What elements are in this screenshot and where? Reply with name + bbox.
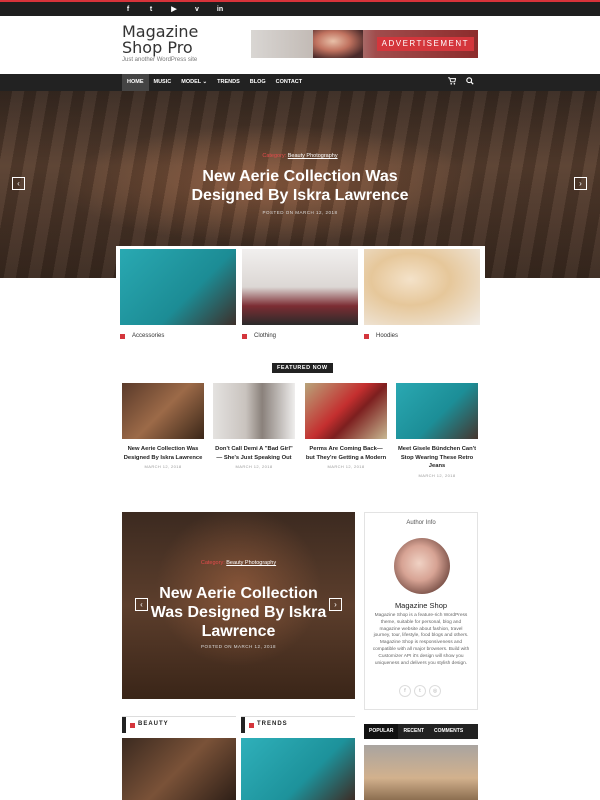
- featured-now-heading: FEATURED NOW: [272, 363, 333, 373]
- twitter-icon[interactable]: t: [414, 685, 426, 697]
- featured-post-image[interactable]: [396, 383, 478, 439]
- slider-next-arrow-icon[interactable]: ›: [329, 598, 342, 611]
- category-image: [242, 249, 358, 325]
- hero-title[interactable]: New Aerie Collection Was Designed By Isk…: [170, 167, 430, 205]
- featured-post-date: MARCH 12, 2018: [235, 464, 273, 469]
- featured-post-date: MARCH 12, 2018: [144, 464, 182, 469]
- nav-item-contact[interactable]: CONTACT: [271, 74, 307, 91]
- facebook-icon[interactable]: f: [123, 4, 133, 16]
- twitter-icon[interactable]: t: [146, 4, 156, 16]
- author-social-links: f t ◎: [399, 685, 441, 697]
- hero-next-arrow-icon[interactable]: ›: [574, 177, 587, 190]
- section-square: [249, 723, 254, 728]
- section-heading-trends: TRENDS: [241, 716, 355, 733]
- vimeo-icon[interactable]: v: [192, 4, 202, 16]
- section-bar: [241, 717, 245, 733]
- featured-post-title[interactable]: Don't Call Demi A "Bad Girl" — She's Jus…: [213, 445, 295, 462]
- category-image: [364, 249, 480, 325]
- nav-item-trends[interactable]: TRENDS: [212, 74, 245, 91]
- slider-prev-arrow-icon[interactable]: ‹: [135, 598, 148, 611]
- site-header: Magazine Shop Pro Just another WordPress…: [0, 16, 600, 74]
- linkedin-icon[interactable]: in: [215, 4, 225, 16]
- search-icon[interactable]: [466, 77, 474, 87]
- youtube-icon[interactable]: ▶: [169, 4, 179, 16]
- beauty-post-image[interactable]: [122, 738, 236, 800]
- featured-post-date: MARCH 12, 2018: [327, 464, 365, 469]
- category-card-clothing[interactable]: Clothing: [242, 249, 358, 339]
- author-bio: Magazine Shop is a feature-rich WordPres…: [372, 613, 470, 666]
- advertisement-banner[interactable]: ADVERTISEMENT: [251, 30, 478, 58]
- hero-category-key: Category:: [262, 153, 287, 159]
- site-tagline: Just another WordPress site: [122, 57, 198, 63]
- featured-post-title[interactable]: New Aerie Collection Was Designed By Isk…: [122, 445, 204, 462]
- hero-date: POSTED ON MARCH 12, 2018: [262, 210, 338, 215]
- hero-category: Category: Beauty Photography: [0, 153, 600, 159]
- social-links: f t ▶ v in: [123, 4, 225, 16]
- trends-post-image[interactable]: [241, 738, 355, 800]
- category-card-hoodies[interactable]: Hoodies: [364, 249, 480, 339]
- top-bar: f t ▶ v in: [0, 0, 600, 16]
- author-name: Magazine Shop: [394, 601, 448, 610]
- author-info-widget: Author Info Magazine Shop Magazine Shop …: [364, 512, 478, 710]
- featured-post-image[interactable]: [305, 383, 387, 439]
- author-avatar: [394, 538, 450, 594]
- instagram-icon[interactable]: ◎: [429, 685, 441, 697]
- post-slider[interactable]: Category: Beauty Photography New Aerie C…: [122, 512, 355, 699]
- nav-item-blog[interactable]: BLOG: [245, 74, 271, 91]
- section-bar: [122, 717, 126, 733]
- site-title[interactable]: Magazine Shop Pro: [122, 24, 242, 56]
- tab-comments[interactable]: COMMENTS: [429, 724, 468, 739]
- slider-title[interactable]: New Aerie Collection Was Designed By Isk…: [142, 584, 335, 641]
- author-widget-heading: Author Info: [406, 520, 436, 526]
- tab-popular[interactable]: POPULAR: [364, 724, 399, 739]
- cart-icon[interactable]: [448, 77, 457, 87]
- featured-post[interactable]: Meet Gisele Bündchen Can't Stop Wearing …: [396, 383, 478, 478]
- section-heading-beauty: BEAUTY: [122, 716, 236, 733]
- hero-category-link[interactable]: Beauty Photography: [288, 153, 338, 159]
- hero-prev-arrow-icon[interactable]: ‹: [12, 177, 25, 190]
- featured-post[interactable]: New Aerie Collection Was Designed By Isk…: [122, 383, 204, 469]
- category-card-accessories[interactable]: Accessories: [120, 249, 236, 339]
- category-label: Hoodies: [364, 333, 480, 339]
- slider-category: Category: Beauty Photography: [122, 560, 355, 566]
- tabs-widget: POPULAR RECENT COMMENTS: [364, 724, 478, 739]
- facebook-icon[interactable]: f: [399, 685, 411, 697]
- featured-post[interactable]: Perms Are Coming Back— but They're Getti…: [305, 383, 387, 469]
- nav-item-home[interactable]: HOME: [122, 74, 149, 91]
- featured-post-image[interactable]: [213, 383, 295, 439]
- featured-post-date: MARCH 12, 2018: [418, 472, 456, 478]
- section-title[interactable]: TRENDS: [257, 721, 288, 727]
- slider-category-link[interactable]: Beauty Photography: [226, 560, 276, 566]
- category-boxes: Accessories Clothing Hoodies: [116, 246, 485, 343]
- category-label: Clothing: [242, 333, 358, 339]
- section-title[interactable]: BEAUTY: [138, 721, 169, 727]
- tab-recent[interactable]: RECENT: [398, 724, 429, 739]
- slider-date: POSTED ON MARCH 12, 2018: [200, 644, 277, 649]
- ad-model-image: [313, 30, 363, 58]
- main-nav: HOME MUSIC MODEL ⌄ TRENDS BLOG CONTACT: [0, 74, 600, 91]
- popular-post-image[interactable]: [364, 745, 478, 800]
- slider-category-key: Category:: [200, 560, 225, 566]
- category-label: Accessories: [120, 333, 236, 339]
- nav-item-music[interactable]: MUSIC: [149, 74, 177, 91]
- category-image: [120, 249, 236, 325]
- featured-post-image[interactable]: [122, 383, 204, 439]
- ad-label: ADVERTISEMENT: [376, 37, 474, 51]
- featured-post-title[interactable]: Perms Are Coming Back— but They're Getti…: [305, 445, 387, 462]
- nav-item-model[interactable]: MODEL ⌄: [176, 74, 212, 91]
- featured-post-title[interactable]: Meet Gisele Bündchen Can't Stop Wearing …: [396, 445, 478, 471]
- section-square: [130, 723, 135, 728]
- featured-post[interactable]: Don't Call Demi A "Bad Girl" — She's Jus…: [213, 383, 295, 469]
